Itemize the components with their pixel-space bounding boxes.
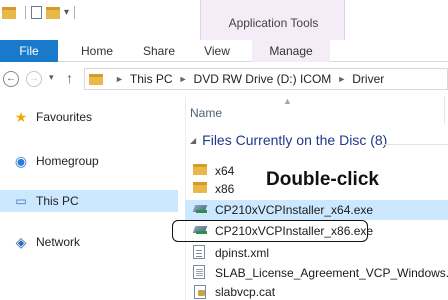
forward-arrow-icon[interactable]: → [26,71,42,87]
network-icon: ◈ [15,233,27,250]
up-arrow-icon[interactable]: ↑ [66,70,73,86]
folder-icon [89,73,103,85]
breadcrumb-this-pc[interactable]: This PC [130,72,173,86]
tab-home[interactable]: Home [70,40,124,62]
group-divider [382,144,448,145]
customize-toolbar-icon[interactable]: ▾ [64,7,69,18]
tab-file[interactable]: File [0,40,58,62]
chevron-right-icon[interactable]: ► [179,74,188,84]
nav-item-label: Network [36,235,81,249]
toolbar-separator [25,6,26,19]
file-row-x64[interactable]: x64 [193,161,234,181]
file-row-dpinst[interactable]: dpinst.xml [193,243,269,263]
nav-item-label: This PC [36,194,79,208]
address-row: ← → ▾ ↑ ► This PC ► DVD RW Drive (D:) IC… [0,62,448,96]
file-row-installer-x86[interactable]: CP210xVCPInstaller_x86.exe [193,221,373,241]
folder-icon [193,164,207,175]
pane-divider[interactable] [185,96,186,300]
breadcrumb-driver[interactable]: Driver [352,72,384,86]
nav-item-label: Favourites [36,110,93,124]
file-name: CP210xVCPInstaller_x86.exe [215,224,374,238]
collapse-icon[interactable]: ◢ [190,136,196,145]
file-name: CP210xVCPInstaller_x64.exe [215,203,374,217]
nav-item-label: Homegroup [36,154,99,168]
file-name: dpinst.xml [215,246,270,260]
homegroup-icon: ◉ [14,152,28,169]
toolbar-separator [74,6,76,19]
double-click-annotation: Double-click [266,169,379,190]
nav-item-network[interactable]: ◈ Network [0,231,178,253]
installer-icon [193,224,208,236]
folder-icon [193,182,207,193]
tab-view[interactable]: View [193,40,241,62]
text-file-icon [193,264,205,279]
properties-icon[interactable] [31,6,42,19]
xml-file-icon [193,244,205,259]
file-name: x86 [215,182,235,196]
file-row-installer-x64[interactable]: CP210xVCPInstaller_x64.exe [193,200,373,220]
nav-item-favourites[interactable]: ★ Favourites [0,106,178,128]
navigation-pane: ★ Favourites ◉ Homegroup ▭ This PC ◈ Net… [0,96,178,300]
column-separator[interactable] [444,96,445,124]
nav-item-homegroup[interactable]: ◉ Homegroup [0,150,178,172]
star-icon: ★ [14,108,28,125]
group-title: Files Currently on the Disc (8) [202,132,388,148]
breadcrumb-dvd-drive[interactable]: DVD RW Drive (D:) ICOM [194,72,332,86]
tab-share[interactable]: Share [132,40,186,62]
sort-up-icon: ▲ [283,96,292,106]
file-name: SLAB_License_Agreement_VCP_Windows... [215,266,448,280]
nav-item-this-pc[interactable]: ▭ This PC [0,190,178,212]
file-row-x86[interactable]: x86 [193,179,234,199]
title-bar: ▾ Application Tools [0,0,448,40]
file-name: x64 [215,164,235,178]
recent-locations-icon[interactable]: ▾ [49,72,54,83]
security-catalog-icon [193,284,206,299]
context-group-label: Application Tools [228,16,319,30]
new-folder-icon[interactable] [46,6,60,19]
file-row-slabvcp[interactable]: slabvcp.cat [193,282,275,300]
tab-manage[interactable]: Manage [252,40,330,62]
column-header-name[interactable]: Name [190,106,222,120]
application-tools-group: Application Tools [200,0,345,40]
chevron-right-icon[interactable]: ► [337,74,346,84]
installer-icon [193,203,208,215]
quick-access-toolbar: ▾ [2,6,80,19]
back-arrow-icon[interactable]: ← [3,71,19,87]
file-row-license[interactable]: SLAB_License_Agreement_VCP_Windows... [193,263,448,283]
computer-icon: ▭ [15,194,27,208]
address-bar[interactable]: ► This PC ► DVD RW Drive (D:) ICOM ► Dri… [84,68,448,90]
ribbon-tabs: File Home Share View Manage [0,40,448,62]
file-name: slabvcp.cat [215,285,276,299]
chevron-right-icon[interactable]: ► [115,74,124,84]
group-header[interactable]: ◢ Files Currently on the Disc (8) [190,132,387,148]
folder-icon[interactable] [2,6,16,19]
